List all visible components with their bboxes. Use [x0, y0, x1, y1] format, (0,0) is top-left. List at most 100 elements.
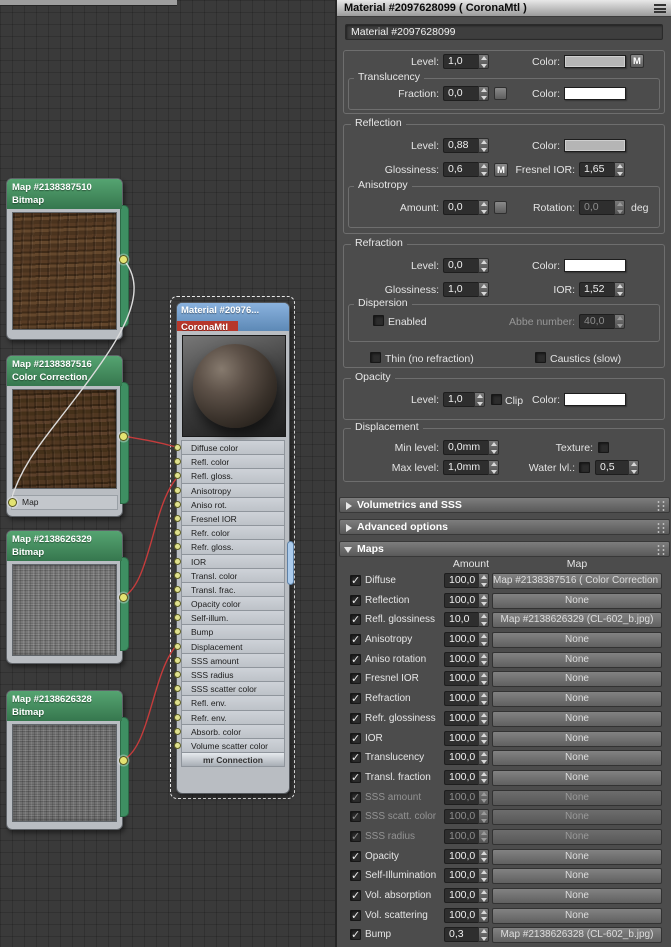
slot-socket-icon[interactable]	[174, 657, 181, 664]
slot-socket-icon[interactable]	[174, 472, 181, 479]
material-slot-anisotropy[interactable]: Anisotropy	[181, 483, 285, 498]
map-amount-spinner[interactable]: 100,0	[444, 711, 489, 726]
map-slot-button[interactable]: Map #2138626328 (CL-602_b.jpg)	[492, 927, 662, 943]
spinner-arrows[interactable]	[478, 86, 489, 101]
spinner-arrows[interactable]	[478, 750, 489, 765]
spinner-arrows[interactable]	[478, 138, 489, 153]
material-slot-ior[interactable]: IOR	[181, 554, 285, 569]
material-slot-transl-color[interactable]: Transl. color	[181, 568, 285, 583]
spinner-arrows[interactable]	[478, 258, 489, 273]
output-socket-icon[interactable]	[119, 593, 128, 602]
spinner-arrows[interactable]	[478, 908, 489, 923]
map-slot-button[interactable]: None	[492, 711, 662, 727]
diffuse-color-swatch[interactable]	[564, 55, 626, 68]
spinner-arrows[interactable]	[478, 888, 489, 903]
map-enable-checkbox[interactable]	[350, 713, 361, 724]
map-slot-button[interactable]: None	[492, 790, 662, 806]
refr-color-swatch[interactable]	[564, 259, 626, 272]
diffuse-map-button[interactable]: M	[630, 54, 644, 68]
water-level-checkbox[interactable]	[579, 462, 590, 473]
fraction-map-button[interactable]	[494, 87, 507, 100]
map-amount-spinner[interactable]: 10,0	[444, 612, 489, 627]
map-enable-checkbox[interactable]	[350, 614, 361, 625]
slot-socket-icon[interactable]	[174, 742, 181, 749]
spinner-down-icon[interactable]	[489, 448, 498, 455]
map-amount-spinner[interactable]: 100,0	[444, 809, 489, 824]
spinner-down-icon[interactable]	[479, 856, 488, 863]
map-slot-button[interactable]: None	[492, 770, 662, 786]
material-name-field[interactable]: Material #2097628099	[345, 24, 663, 40]
ior-spinner[interactable]: 1,52	[579, 282, 625, 297]
slot-socket-icon[interactable]	[174, 714, 181, 721]
rollout-volumetrics[interactable]: Volumetrics and SSS	[339, 497, 670, 513]
spinner-down-icon[interactable]	[479, 699, 488, 706]
spinner-down-icon[interactable]	[479, 915, 488, 922]
slot-socket-icon[interactable]	[174, 444, 181, 451]
aniso-amount-spinner[interactable]: 0,0	[443, 200, 489, 215]
material-slot-opacity-color[interactable]: Opacity color	[181, 596, 285, 611]
glossiness-spinner[interactable]: 0,6	[443, 162, 489, 177]
spinner-arrows[interactable]	[478, 632, 489, 647]
spinner-arrows[interactable]	[628, 460, 639, 475]
map-amount-spinner[interactable]: 100,0	[444, 671, 489, 686]
map-amount-spinner[interactable]: 100,0	[444, 691, 489, 706]
map-amount-spinner[interactable]: 100,0	[444, 868, 489, 883]
material-slot-transl-frac[interactable]: Transl. frac.	[181, 582, 285, 597]
map-slot-button[interactable]: Map #2138626329 (CL-602_b.jpg)	[492, 612, 662, 628]
spinner-arrows[interactable]	[614, 162, 625, 177]
material-slot-displacement[interactable]: Displacement	[181, 639, 285, 654]
refl-color-swatch[interactable]	[564, 139, 626, 152]
spinner-down-icon[interactable]	[479, 290, 488, 297]
slot-socket-icon[interactable]	[174, 543, 181, 550]
spinner-arrows[interactable]	[478, 593, 489, 608]
spinner-arrows[interactable]	[488, 440, 499, 455]
map-amount-spinner[interactable]: 100,0	[444, 908, 489, 923]
bitmap-node-2138387510[interactable]: Map #2138387510 Bitmap	[6, 178, 123, 340]
spinner-down-icon[interactable]	[475, 400, 484, 407]
map-amount-spinner[interactable]: 100,0	[444, 593, 489, 608]
level-spinner[interactable]: 1,0	[443, 54, 489, 69]
material-slot-diffuse-color[interactable]: Diffuse color	[181, 440, 285, 455]
map-slot-button[interactable]: None	[492, 593, 662, 609]
grip-icon[interactable]	[656, 522, 666, 533]
spinner-down-icon[interactable]	[615, 290, 624, 297]
material-slot-refr-color[interactable]: Refr. color	[181, 525, 285, 540]
translucency-color-swatch[interactable]	[564, 87, 626, 100]
material-slot-aniso-rot[interactable]: Aniso rot.	[181, 497, 285, 512]
grip-icon[interactable]	[656, 544, 666, 555]
map-enable-checkbox[interactable]	[350, 693, 361, 704]
map-amount-spinner[interactable]: 100,0	[444, 731, 489, 746]
input-socket-icon[interactable]	[8, 498, 17, 507]
node-header[interactable]: Map #2138387510 Bitmap	[7, 179, 122, 209]
map-slot-button[interactable]: None	[492, 868, 662, 884]
opacity-level-spinner[interactable]: 1,0	[443, 392, 485, 407]
spinner-down-icon[interactable]	[479, 836, 488, 843]
map-amount-spinner[interactable]: 100,0	[444, 750, 489, 765]
refl-level-spinner[interactable]: 0,88	[443, 138, 489, 153]
opacity-color-swatch[interactable]	[564, 393, 626, 406]
spinner-down-icon[interactable]	[479, 94, 488, 101]
spinner-down-icon[interactable]	[479, 659, 488, 666]
spinner-arrows[interactable]	[478, 652, 489, 667]
abbe-spinner[interactable]: 40,0	[579, 314, 625, 329]
clip-checkbox[interactable]	[491, 394, 502, 405]
material-slot-refl-env[interactable]: Refl. env.	[181, 695, 285, 710]
slot-socket-icon[interactable]	[174, 685, 181, 692]
spinner-down-icon[interactable]	[615, 170, 624, 177]
slot-socket-icon[interactable]	[174, 614, 181, 621]
slot-socket-icon[interactable]	[174, 558, 181, 565]
spinner-down-icon[interactable]	[479, 896, 488, 903]
slot-socket-icon[interactable]	[174, 487, 181, 494]
map-slot-button[interactable]: None	[492, 671, 662, 687]
spinner-arrows[interactable]	[478, 809, 489, 824]
spinner-arrows[interactable]	[478, 868, 489, 883]
spinner-arrows[interactable]	[614, 314, 625, 329]
material-slot-bump[interactable]: Bump	[181, 624, 285, 639]
slot-socket-icon[interactable]	[174, 515, 181, 522]
spinner-down-icon[interactable]	[479, 170, 488, 177]
caustics-checkbox[interactable]	[535, 352, 546, 363]
bitmap-node-2138626329[interactable]: Map #2138626329 Bitmap	[6, 530, 123, 664]
material-slot-volume-scatter-color[interactable]: Volume scatter color	[181, 738, 285, 753]
slot-socket-icon[interactable]	[174, 600, 181, 607]
map-enable-checkbox[interactable]	[350, 910, 361, 921]
